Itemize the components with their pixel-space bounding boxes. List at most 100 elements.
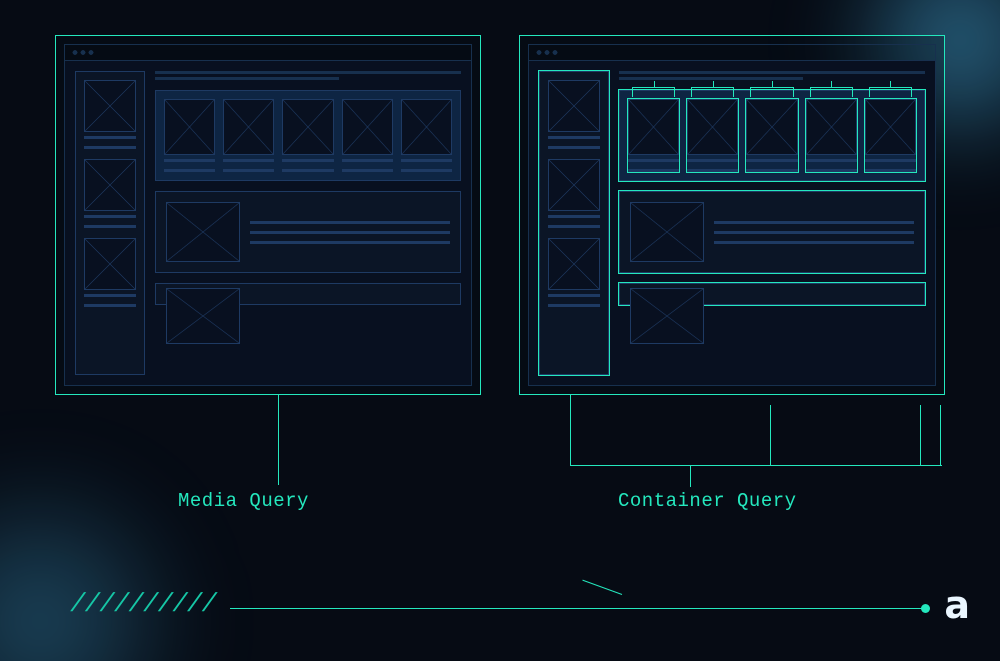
wire-card (806, 99, 857, 172)
glow-bottom-left (0, 461, 200, 661)
brand-mark: a (944, 583, 970, 627)
placeholder-box-icon (166, 288, 240, 344)
placeholder-box-icon (687, 99, 738, 155)
placeholder-line (628, 169, 679, 172)
wire-sidebar-item (548, 80, 600, 149)
wire-sidebar (539, 71, 609, 375)
placeholder-box-icon (164, 99, 215, 155)
wire-feature-text (714, 202, 914, 262)
placeholder-line (84, 294, 136, 297)
placeholder-line (628, 159, 679, 162)
placeholder-box-icon (548, 159, 600, 211)
cq-lead-line (920, 405, 921, 465)
placeholder-box-icon (282, 99, 333, 155)
cq-connector-icon (691, 87, 734, 97)
placeholder-line (687, 169, 738, 172)
cq-lead-line (940, 405, 941, 465)
wire-card (746, 99, 797, 172)
placeholder-line (164, 159, 215, 162)
placeholder-line (155, 71, 461, 74)
browser-viewport (528, 60, 936, 386)
wire-title-block (155, 71, 461, 80)
placeholder-box-icon (548, 238, 600, 290)
callouts-layer: Media Query Container Query (0, 395, 1000, 545)
placeholder-line (746, 159, 797, 162)
placeholder-line (548, 304, 600, 307)
placeholder-line (250, 221, 450, 224)
placeholder-line (548, 215, 600, 218)
wire-card (282, 99, 333, 172)
wire-card-row (155, 90, 461, 181)
placeholder-line (282, 159, 333, 162)
slash-ornament-icon: ////////// (67, 589, 218, 619)
placeholder-line (714, 221, 914, 224)
cq-lead-line (770, 405, 771, 465)
placeholder-line (401, 169, 452, 172)
container-query-frame (519, 35, 945, 395)
wire-partial-row (155, 283, 461, 305)
wire-card (401, 99, 452, 172)
wire-sidebar-item (84, 159, 136, 228)
placeholder-box-icon (401, 99, 452, 155)
placeholder-box-icon (630, 288, 704, 344)
placeholder-line (164, 169, 215, 172)
placeholder-box-icon (865, 99, 916, 155)
footer-decoration: ////////// a (0, 567, 1000, 627)
cq-lead-line (570, 395, 571, 465)
placeholder-line (342, 159, 393, 162)
placeholder-line (714, 241, 914, 244)
media-query-frame (55, 35, 481, 395)
placeholder-line (548, 225, 600, 228)
wire-card (687, 99, 738, 172)
placeholder-box-icon (342, 99, 393, 155)
browser-mockup (64, 44, 472, 386)
placeholder-line (746, 169, 797, 172)
placeholder-line (84, 225, 136, 228)
cq-connector-icon (750, 87, 793, 97)
wire-feature-row (619, 191, 925, 273)
footer-dot-icon (921, 604, 930, 613)
cq-lead-line (570, 465, 942, 466)
container-query-label: Container Query (618, 490, 797, 512)
placeholder-line (342, 169, 393, 172)
wire-feature-row (155, 191, 461, 273)
wire-card (628, 99, 679, 172)
wire-main (155, 71, 461, 375)
placeholder-box-icon (628, 99, 679, 155)
placeholder-box-icon (630, 202, 704, 262)
cq-lead-line (690, 465, 691, 487)
placeholder-line (548, 146, 600, 149)
placeholder-line (714, 231, 914, 234)
wire-card (164, 99, 215, 172)
wire-card (865, 99, 916, 172)
placeholder-line (223, 159, 274, 162)
placeholder-line (84, 215, 136, 218)
placeholder-box-icon (223, 99, 274, 155)
browser-chrome (528, 44, 936, 60)
cq-connector-icon (632, 87, 675, 97)
cq-connector-icon (810, 87, 853, 97)
placeholder-line (806, 169, 857, 172)
diagram-stage (55, 35, 945, 395)
wire-card-row (619, 90, 925, 181)
placeholder-line (619, 71, 925, 74)
wire-sidebar-item (84, 80, 136, 149)
browser-viewport (64, 60, 472, 386)
browser-chrome (64, 44, 472, 60)
media-query-label: Media Query (178, 490, 309, 512)
placeholder-line (865, 159, 916, 162)
wire-card (223, 99, 274, 172)
wire-sidebar-item (84, 238, 136, 307)
placeholder-line (250, 231, 450, 234)
placeholder-line (250, 241, 450, 244)
mq-lead-line (278, 395, 279, 485)
placeholder-line (548, 136, 600, 139)
footer-rule-line (230, 608, 922, 609)
placeholder-line (401, 159, 452, 162)
placeholder-line (84, 304, 136, 307)
wire-sidebar-item (548, 159, 600, 228)
placeholder-box-icon (166, 202, 240, 262)
browser-mockup (528, 44, 936, 386)
placeholder-line (619, 77, 803, 80)
placeholder-line (155, 77, 339, 80)
